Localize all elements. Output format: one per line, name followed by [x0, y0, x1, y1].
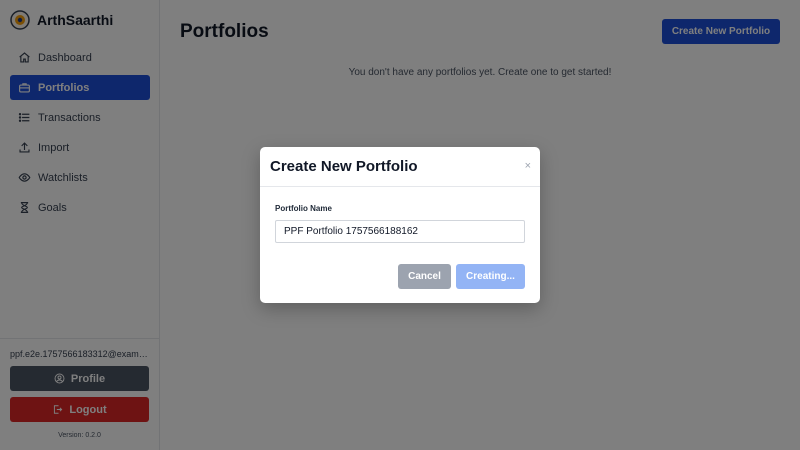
create-portfolio-modal: Create New Portfolio × Portfolio Name Ca… — [260, 147, 540, 303]
portfolio-name-input[interactable] — [275, 220, 525, 243]
modal-title: Create New Portfolio — [270, 158, 418, 175]
modal-header: Create New Portfolio × — [260, 147, 540, 187]
portfolio-name-label: Portfolio Name — [275, 204, 332, 213]
cancel-button[interactable]: Cancel — [398, 264, 451, 289]
creating-button[interactable]: Creating... — [456, 264, 525, 289]
close-icon[interactable]: × — [525, 160, 531, 172]
